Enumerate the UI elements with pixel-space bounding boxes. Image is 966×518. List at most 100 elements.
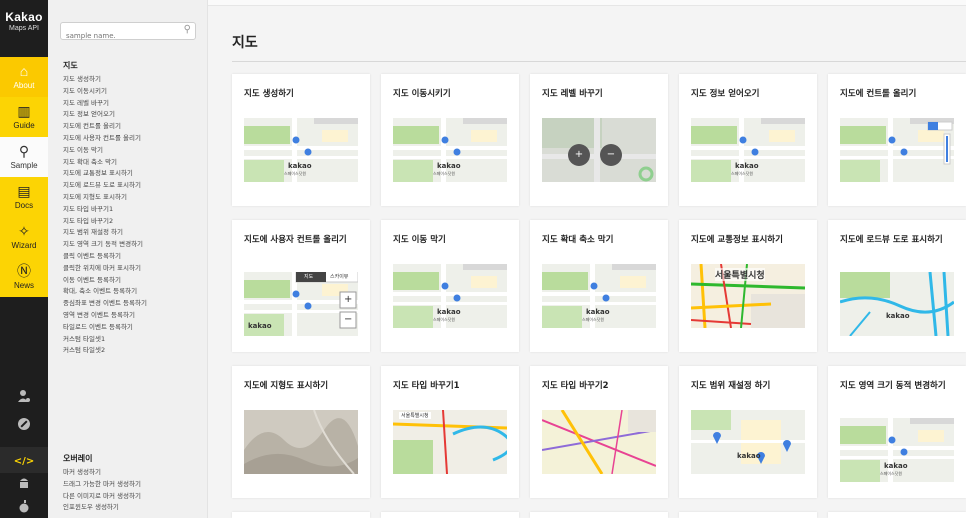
sample-link[interactable]: 지도에 로드뷰 도로 표시하기 [63,179,141,189]
page-title: 지도 [232,35,258,51]
card-title: 지도 정보 얻어오기 [691,89,760,99]
card-thumbnail: kakao 스페이스닷원 [244,118,358,182]
sample-link[interactable]: 클릭한 위치에 마커 표시하기 [63,262,141,272]
sample-search-input[interactable] [61,28,177,44]
sample-link[interactable]: 커스텀 타일셋2 [63,344,105,354]
sample-link[interactable]: 지도 타입 바꾸기2 [63,215,113,225]
card-thumbnail: kakao [691,410,805,474]
section-title-map: 지도 [63,61,78,70]
sample-link[interactable]: 이동 이벤트 등록하기 [63,274,121,284]
card-title: 지도에 사용자 컨트롤 올리기 [244,235,347,245]
book-icon: ▥ [17,103,31,119]
card-title: 지도 영역 크기 동적 변경하기 [840,381,946,391]
sample-link[interactable]: 지도에 사용자 컨트롤 올리기 [63,132,141,142]
apple-icon[interactable] [0,496,48,518]
sample-card[interactable] [232,512,370,518]
sample-link[interactable]: 다른 이미지로 마커 생성하기 [63,490,141,500]
card-thumbnail: kakao 스페이스닷원 [691,118,805,182]
thumb-label: + [344,294,353,305]
card-title: 지도 범위 재설정 하기 [691,381,771,391]
nav-wizard[interactable]: ✧ Wizard [0,217,48,257]
card-thumbnail: 서울특별시청 [691,264,805,328]
nav-sample[interactable]: ⚲ Sample [0,137,48,177]
code-icon[interactable]: </> [0,447,48,473]
card-title: 지도 타입 바꾸기1 [393,381,460,391]
sample-card[interactable]: 지도 레벨 바꾸기 + − [530,74,668,206]
sample-card[interactable] [828,512,966,518]
sample-link[interactable]: 지도 이동시키기 [63,85,107,95]
zoom-out-button[interactable]: − [600,144,622,166]
news-icon: Ⓝ [17,263,31,279]
map-tile [244,410,358,474]
thumb-label: 스카이뷰 [330,274,349,280]
sample-card[interactable] [381,512,519,518]
sample-card[interactable]: 지도 범위 재설정 하기 kakao [679,366,817,498]
sample-card[interactable]: 지도에 교통정보 표시하기 서울특별시청 [679,220,817,352]
sample-card[interactable]: 지도 확대 축소 막기 kakao 스페이스닷원 [530,220,668,352]
sample-link[interactable]: 지도 확대 축소 막기 [63,156,117,166]
sample-card[interactable]: 지도 타입 바꾸기1 서울특별시청 [381,366,519,498]
sample-link[interactable]: 타일로드 이벤트 등록하기 [63,321,133,331]
sample-card[interactable]: 지도 이동 막기 kakao 스페이스닷원 [381,220,519,352]
sample-link[interactable]: 중심좌표 변경 이벤트 등록하기 [63,297,147,307]
sample-list-sidebar: ⚲ 지도 지도 생성하기지도 이동시키기지도 레벨 바꾸기지도 정보 얻어오기지… [48,0,208,518]
sample-card[interactable]: 지도 정보 얻어오기 kakao 스페이스닷원 [679,74,817,206]
card-thumbnail: kakao 스페이스닷원 [542,264,656,328]
thumb-label: − [344,314,353,325]
nav-news[interactable]: Ⓝ News [0,257,48,297]
sample-link[interactable]: 커스텀 타일셋1 [63,333,105,343]
sample-card[interactable]: 지도에 지형도 표시하기 [232,366,370,498]
thumb-label: kakao [886,312,910,320]
sample-card[interactable]: 지도에 사용자 컨트롤 올리기 지도 스카이뷰 + − kakao [232,220,370,352]
sample-card[interactable]: 지도에 로드뷰 도로 표시하기 kakao [828,220,966,352]
sample-link[interactable]: 드래그 가능한 마커 생성하기 [63,478,141,488]
sample-link[interactable]: 지도 정보 얻어오기 [63,108,115,118]
sample-card[interactable]: 지도에 컨트롤 올리기 [828,74,966,206]
sample-card[interactable] [530,512,668,518]
sample-link[interactable]: 지도 이동 막기 [63,144,103,154]
sample-link[interactable]: 지도 영역 크기 동적 변경하기 [63,238,143,248]
nav-label: Wizard [11,241,37,250]
search-icon[interactable]: ⚲ [184,24,191,35]
sample-link[interactable]: 확대, 축소 이벤트 등록하기 [63,285,137,295]
thumb-label: kakao [288,162,312,170]
sample-link[interactable]: 지도에 컨트롤 올리기 [63,120,121,130]
sample-link[interactable]: 클릭 이벤트 등록하기 [63,250,121,260]
nav-label: Sample [10,161,38,170]
zoom-in-button[interactable]: + [568,144,590,166]
card-thumbnail: + − [542,118,656,182]
map-tile [840,272,954,336]
title-divider [232,61,966,62]
nav-label: About [13,81,35,90]
nav-about[interactable]: ⌂ About [0,57,48,97]
sample-card[interactable]: 지도 생성하기 kakao 스페이스닷원 [232,74,370,206]
thumb-label: 서울특별시청 [715,268,765,281]
main-content: 지도 지도 생성하기 kakao 스페이스닷원 지도 이동시키기 kakao 스페이스닷원… [208,0,966,518]
sample-link[interactable]: 지도에 교통정보 표시하기 [63,167,133,177]
brand-logo[interactable]: Kakao Maps API [0,0,48,54]
user-icon[interactable] [0,386,48,412]
sample-card[interactable] [679,512,817,518]
sample-link[interactable]: 지도 범위 재설정 하기 [63,226,123,236]
nav-docs[interactable]: ▤ Docs [0,177,48,217]
sample-link[interactable]: 지도 타입 바꾸기1 [63,203,113,213]
sample-link[interactable]: 지도 레벨 바꾸기 [63,97,109,107]
map-tile [393,410,507,474]
document-icon: ▤ [17,183,31,199]
sample-card[interactable]: 지도 타입 바꾸기2 [530,366,668,498]
sample-link[interactable]: 인포윈도우 생성하기 [63,501,119,511]
thumb-label: kakao [437,308,461,316]
nav-guide[interactable]: ▥ Guide [0,97,48,137]
sample-link[interactable]: 영역 변경 이벤트 등록하기 [63,309,135,319]
thumb-label: 지도 [304,274,314,280]
card-thumbnail: 서울특별시청 [393,410,507,474]
sample-card[interactable]: 지도 영역 크기 동적 변경하기 kakao 스페이스닷원 [828,366,966,498]
sample-card[interactable]: 지도 이동시키기 kakao 스페이스닷원 [381,74,519,206]
sample-link[interactable]: 마커 생성하기 [63,466,101,476]
card-title: 지도 확대 축소 막기 [542,235,614,245]
thumb-label: 스페이스닷원 [284,171,307,176]
wrench-icon[interactable] [0,414,48,440]
card-title: 지도에 지형도 표시하기 [244,381,329,391]
sample-link[interactable]: 지도에 지형도 표시하기 [63,191,127,201]
sample-link[interactable]: 지도 생성하기 [63,73,101,83]
